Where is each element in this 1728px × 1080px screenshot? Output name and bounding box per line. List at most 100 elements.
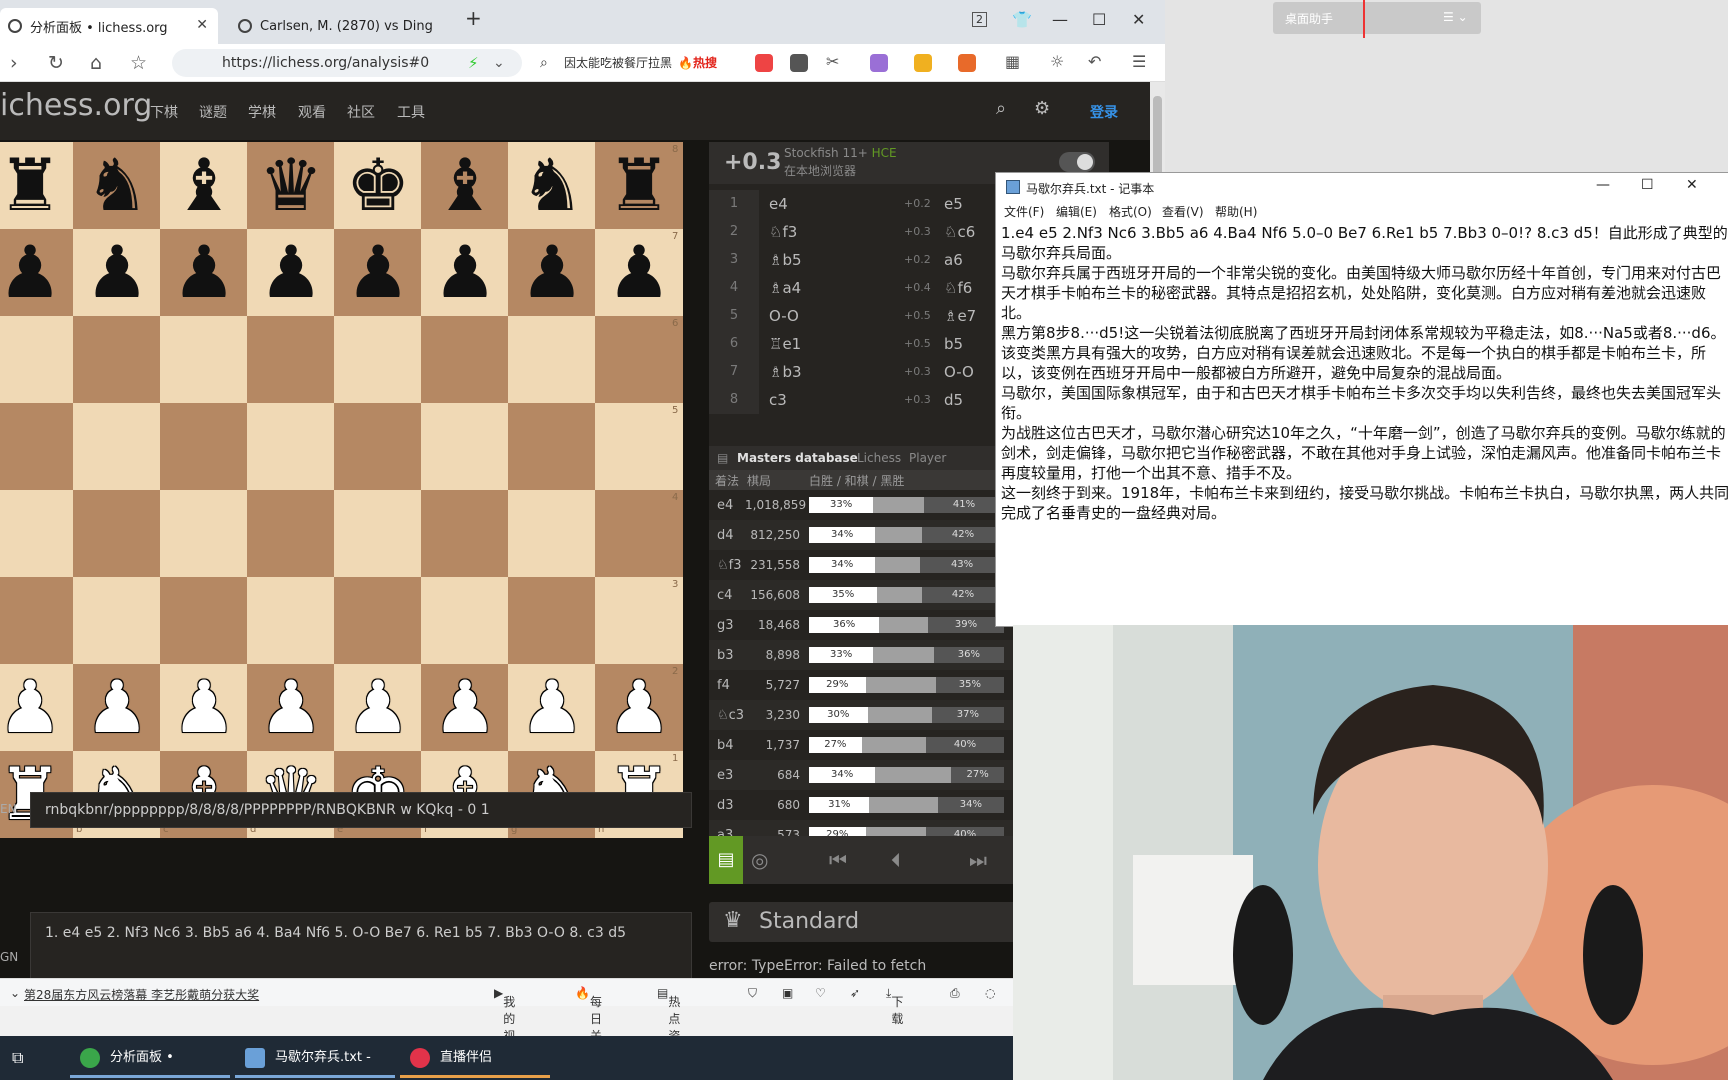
tab-player[interactable]: Player xyxy=(909,451,946,465)
image-icon[interactable]: ▣ xyxy=(782,986,793,1000)
apps-grid-icon[interactable]: ▦ xyxy=(1005,52,1023,71)
square-a6[interactable] xyxy=(0,316,74,403)
site-logo[interactable]: ichess.org xyxy=(0,88,152,123)
reload-icon[interactable]: ↻ xyxy=(48,52,64,74)
close-icon[interactable]: ✕ xyxy=(1686,177,1698,193)
gear-icon[interactable]: ⚙ xyxy=(1034,98,1050,119)
taskbar-item-notepad[interactable]: 马歇尔弃兵.txt - 记... xyxy=(235,1042,395,1078)
tab-lichess-analysis[interactable]: 分析面板 • lichess.org ✕ xyxy=(0,8,218,44)
prev-move-icon[interactable]: ⏴ xyxy=(891,848,901,872)
square-e5[interactable] xyxy=(334,403,422,490)
square-h3[interactable] xyxy=(595,577,683,664)
square-c5[interactable] xyxy=(160,403,248,490)
black-pawn-icon[interactable]: ♟ xyxy=(595,229,683,316)
square-b5[interactable] xyxy=(73,403,161,490)
square-f3[interactable] xyxy=(421,577,509,664)
white-pawn-icon[interactable]: ♟ xyxy=(508,664,596,751)
white-pawn-icon[interactable]: ♟ xyxy=(0,664,74,751)
white-pawn-icon[interactable]: ♟ xyxy=(421,664,509,751)
square-f5[interactable] xyxy=(421,403,509,490)
square-d3[interactable] xyxy=(247,577,335,664)
shirt-icon[interactable]: 👕 xyxy=(1012,10,1032,29)
game-extension-icon[interactable] xyxy=(958,54,976,72)
bookmark-star-icon[interactable]: ☆ xyxy=(130,52,147,74)
square-g3[interactable] xyxy=(508,577,596,664)
black-queen-icon[interactable]: ♛ xyxy=(247,142,335,229)
white-move[interactable]: ♗a4 xyxy=(769,274,801,302)
menu-community[interactable]: 社区 xyxy=(347,102,375,122)
news-ticker-link[interactable]: 第28届东方风云榜落幕 李艺彤戴萌分获大奖 xyxy=(24,986,259,1003)
black-pawn-icon[interactable]: ♟ xyxy=(508,229,596,316)
white-move[interactable]: c3 xyxy=(769,386,787,414)
fen-input[interactable]: rnbqkbnr/pppppppp/8/8/8/8/PPPPPPPP/RNBQK… xyxy=(30,792,692,828)
minimize-icon[interactable]: — xyxy=(1052,10,1068,29)
menu-help[interactable]: 帮助(H) xyxy=(1215,203,1257,220)
settings-icon[interactable]: ◌ xyxy=(985,986,995,1000)
black-bishop-icon[interactable]: ♝ xyxy=(160,142,248,229)
download-link[interactable]: ⤓ 下载 xyxy=(886,986,903,1026)
square-b3[interactable] xyxy=(73,577,161,664)
hot-news-link[interactable]: ▤ 热点资讯 xyxy=(657,986,680,1060)
heart-icon[interactable]: ♡ xyxy=(815,986,826,1000)
black-pawn-icon[interactable]: ♟ xyxy=(73,229,161,316)
black-move[interactable]: ♘c6 xyxy=(944,218,975,246)
task-view-icon[interactable]: ⧉ xyxy=(12,1048,23,1068)
black-pawn-icon[interactable]: ♟ xyxy=(247,229,335,316)
menu-icon[interactable]: ☰ ⌄ xyxy=(1443,10,1468,24)
black-move[interactable]: e5 xyxy=(944,190,963,218)
square-d5[interactable] xyxy=(247,403,335,490)
white-move[interactable]: ♖e1 xyxy=(769,330,801,358)
notepad-text-area[interactable]: 1.e4 e5 2.Nf3 Nc6 3.Bb5 a6 4.Ba4 Nf6 5.0… xyxy=(1001,223,1728,523)
black-move[interactable]: ♗e7 xyxy=(944,302,976,330)
menu-learn[interactable]: 学棋 xyxy=(248,102,276,122)
square-h5[interactable] xyxy=(595,403,683,490)
tab-masters-database[interactable]: Masters database xyxy=(737,451,858,465)
shield-extension-icon[interactable] xyxy=(914,54,932,72)
square-a5[interactable] xyxy=(0,403,74,490)
login-button[interactable]: 登录 xyxy=(1090,102,1118,122)
square-f4[interactable] xyxy=(421,490,509,577)
forward-icon[interactable]: › xyxy=(10,52,18,74)
square-g4[interactable] xyxy=(508,490,596,577)
close-tab-icon[interactable]: ✕ xyxy=(196,17,208,33)
taskbar-item-browser[interactable]: 分析面板 • lichess.... xyxy=(70,1042,230,1078)
black-move[interactable]: a6 xyxy=(944,246,963,274)
black-rook-icon[interactable]: ♜ xyxy=(595,142,683,229)
black-king-icon[interactable]: ♚ xyxy=(334,142,422,229)
new-tab-button[interactable]: + xyxy=(465,6,482,30)
square-g5[interactable] xyxy=(508,403,596,490)
menu-view[interactable]: 查看(V) xyxy=(1162,203,1204,220)
search-box[interactable]: ⌕ 因太能吃被餐厅拉黑 🔥热搜 xyxy=(534,49,739,77)
tab-count-badge[interactable]: 2 xyxy=(972,12,987,27)
square-g6[interactable] xyxy=(508,316,596,403)
weibo-extension-icon[interactable] xyxy=(755,54,773,72)
menu-icon[interactable]: ☰ xyxy=(1132,52,1150,71)
desktop-helper-widget[interactable]: 桌面助手 ☰ ⌄ xyxy=(1273,2,1481,34)
black-move[interactable]: b5 xyxy=(944,330,963,358)
square-c6[interactable] xyxy=(160,316,248,403)
square-d4[interactable] xyxy=(247,490,335,577)
menu-puzzles[interactable]: 谜题 xyxy=(199,102,227,122)
white-pawn-icon[interactable]: ♟ xyxy=(247,664,335,751)
reader-extension-icon[interactable] xyxy=(790,54,808,72)
black-bishop-icon[interactable]: ♝ xyxy=(421,142,509,229)
taskbar-item-live-companion[interactable]: 直播伴侣 xyxy=(400,1042,550,1078)
tab-carlsen-game[interactable]: Carlsen, M. (2870) vs Ding xyxy=(230,8,448,44)
menu-play[interactable]: 下棋 xyxy=(150,102,178,122)
minimize-icon[interactable]: — xyxy=(1596,177,1610,193)
next-move-icon[interactable]: ⏭ xyxy=(969,848,987,872)
black-pawn-icon[interactable]: ♟ xyxy=(0,229,74,316)
menu-format[interactable]: 格式(O) xyxy=(1109,203,1152,220)
square-h4[interactable] xyxy=(595,490,683,577)
square-a3[interactable] xyxy=(0,577,74,664)
maximize-icon[interactable]: ☐ xyxy=(1092,10,1106,29)
maximize-icon[interactable]: ☐ xyxy=(1641,177,1654,193)
white-pawn-icon[interactable]: ♟ xyxy=(595,664,683,751)
chevron-down-icon[interactable]: ⌄ xyxy=(493,55,505,71)
menu-file[interactable]: 文件(F) xyxy=(1004,203,1044,220)
close-window-icon[interactable]: ✕ xyxy=(1132,10,1145,29)
menu-tools[interactable]: 工具 xyxy=(397,102,425,122)
white-move[interactable]: ♘f3 xyxy=(769,218,797,246)
opening-book-button[interactable]: ▤ xyxy=(709,836,743,884)
scissors-icon[interactable]: ✂ xyxy=(826,52,844,71)
